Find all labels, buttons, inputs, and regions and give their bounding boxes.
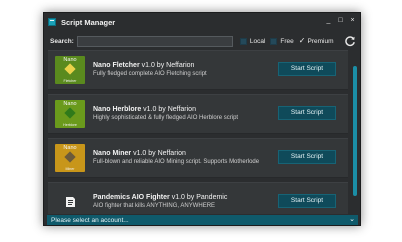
chevron-down-icon[interactable]: ⌄	[349, 215, 355, 225]
filter-free[interactable]: Free	[270, 37, 294, 45]
script-version-author: v1.0 by Neffarion	[141, 106, 196, 113]
free-checkbox[interactable]	[270, 37, 278, 45]
filter-local[interactable]: Local	[239, 37, 266, 45]
script-info: Pandemics AIO Fighter v1.0 by Pandemic A…	[93, 194, 227, 209]
pickaxe-icon	[64, 151, 76, 163]
script-title: Nano Herblore v1.0 by Neffarion	[93, 106, 238, 113]
thumbnail-subtitle: Miner	[65, 167, 75, 171]
script-title: Nano Fletcher v1.0 by Neffarion	[93, 62, 207, 69]
filter-label-local: Local	[249, 37, 266, 45]
script-manager-icon	[48, 18, 56, 26]
maximize-button[interactable]: □	[337, 17, 344, 25]
filter-label-free: Free	[280, 37, 294, 45]
script-description: Highly sophisticated & fully fledged AIO…	[93, 115, 239, 121]
script-version-author: v1.0 by Neffarion	[131, 150, 186, 157]
script-thumbnail: Nano Miner	[55, 144, 85, 172]
premium-checkbox[interactable]: ✓	[299, 37, 306, 45]
script-name: Nano Herblore	[93, 106, 142, 113]
search-input[interactable]	[76, 35, 233, 47]
script-description: AIO fighter that kills ANYTHING, ANYWHER…	[93, 203, 216, 209]
script-info: Nano Miner v1.0 by Neffarion Full-blown …	[93, 150, 259, 165]
script-card: Nano Herblore Nano Herblore v1.0 by Neff…	[48, 94, 348, 134]
thumbnail-subtitle: Fletcher	[63, 79, 77, 83]
local-checkbox[interactable]	[239, 37, 247, 45]
minimize-button[interactable]: _	[325, 17, 332, 25]
script-card: Nano Fletcher Nano Fletcher v1.0 by Neff…	[48, 50, 348, 90]
thumbnail-title: Nano	[63, 101, 77, 107]
close-button[interactable]: ×	[349, 17, 356, 25]
filter-premium[interactable]: ✓ Premium	[299, 37, 334, 45]
start-script-button[interactable]: Start Script	[278, 150, 336, 164]
search-label: Search:	[50, 37, 74, 45]
script-list: Nano Fletcher Nano Fletcher v1.0 by Neff…	[48, 50, 348, 214]
script-info: Nano Herblore v1.0 by Neffarion Highly s…	[93, 106, 238, 121]
thumbnail-title: Nano	[63, 145, 77, 151]
account-select-label: Please select an account...	[51, 216, 129, 224]
thumbnail-subtitle: Herblore	[63, 123, 77, 127]
script-description: Full-blown and reliable AIO Mining scrip…	[93, 159, 260, 165]
script-card: Pandemics AIO Fighter v1.0 by Pandemic A…	[48, 182, 348, 214]
script-thumbnail	[55, 188, 85, 214]
script-name: Pandemics AIO Fighter	[93, 194, 170, 201]
window-title: Script Manager	[61, 17, 116, 27]
script-version-author: v1.0 by Neffarion	[139, 62, 195, 69]
script-thumbnail: Nano Herblore	[55, 100, 85, 128]
start-script-button[interactable]: Start Script	[278, 194, 336, 208]
script-version-author: v1.0 by Pandemic	[169, 194, 228, 201]
script-card: Nano Miner Nano Miner v1.0 by Neffarion …	[48, 138, 348, 178]
filter-label-premium: Premium	[307, 37, 334, 45]
script-thumbnail: Nano Fletcher	[55, 56, 85, 84]
document-icon	[66, 197, 75, 207]
start-script-button[interactable]: Start Script	[278, 62, 336, 76]
scroll-thumb[interactable]	[353, 66, 357, 196]
search-bar: Search: Local Free ✓ Premium	[47, 34, 357, 48]
fletching-icon	[64, 63, 76, 75]
script-manager-window: Script Manager _ □ × Search: Local Free …	[43, 12, 361, 226]
title-bar[interactable]: Script Manager _ □ ×	[44, 13, 360, 31]
script-name: Nano Fletcher	[93, 62, 140, 69]
scrollbar[interactable]	[352, 50, 358, 214]
script-name: Nano Miner	[93, 150, 132, 157]
script-title: Nano Miner v1.0 by Neffarion	[93, 150, 259, 157]
refresh-icon[interactable]	[344, 35, 356, 47]
start-script-button[interactable]: Start Script	[278, 106, 336, 120]
script-info: Nano Fletcher v1.0 by Neffarion Fully fl…	[93, 62, 207, 77]
herb-icon	[64, 107, 76, 119]
account-select[interactable]: Please select an account... ⌄	[47, 215, 358, 225]
thumbnail-title: Nano	[63, 57, 77, 63]
window-controls: _ □ ×	[325, 17, 356, 25]
script-title: Pandemics AIO Fighter v1.0 by Pandemic	[93, 194, 227, 201]
script-description: Fully fledged complete AIO Fletching scr…	[93, 71, 207, 77]
